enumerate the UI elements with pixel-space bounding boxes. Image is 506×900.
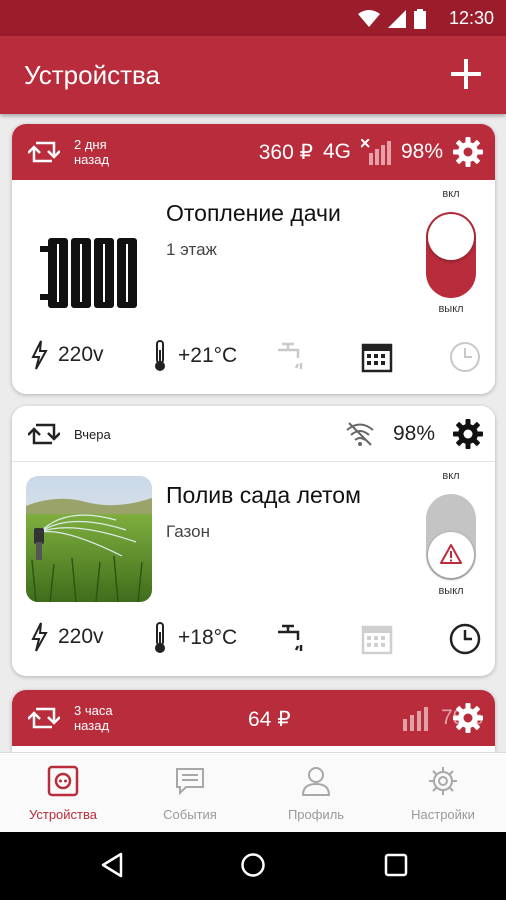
status-bar: 12:30 [0,0,506,36]
faucet-icon[interactable] [274,340,308,374]
device-icon [47,765,79,797]
toggle-off-label: выкл [438,303,464,315]
back-icon[interactable] [100,852,124,878]
home-icon[interactable] [240,852,266,878]
battery-level: 98% [392,422,435,445]
radiator-icon [26,194,152,320]
status-icons [358,9,426,29]
temperature-value: +18°C [178,626,238,649]
nav-item-devices[interactable]: Устройства [0,753,126,833]
clock-icon[interactable] [448,340,482,374]
gear-icon[interactable] [453,703,483,733]
last-updated: Вчера [74,427,111,442]
card-header: 3 часа назад 64 ₽ 79% [12,690,495,746]
sync-icon[interactable] [28,703,60,733]
toggle-off-label: выкл [438,585,464,597]
person-icon [301,767,331,796]
sync-icon[interactable] [28,419,60,449]
toggle-on-label: вкл [442,188,460,200]
nav-item-settings[interactable]: Настройки [380,753,506,833]
nav-label: События [163,807,217,822]
power-toggle[interactable]: вкл выкл [422,188,480,318]
system-nav-bar [0,832,506,900]
gear-icon[interactable] [453,419,483,449]
device-card[interactable]: 3 часа назад 64 ₽ 79% [12,690,495,752]
last-updated: 3 часа назад [74,703,113,733]
thermometer-icon [155,340,165,371]
device-card[interactable]: 2 дня назад 360 ₽ 4G 98% Отопление дачи … [12,124,495,394]
temperature-stat: +21°C [152,340,237,372]
voltage-stat: 220v [30,340,104,370]
temperature-value: +21°C [178,344,238,367]
signal-bars-icon [402,707,428,731]
voltage-stat: 220v [30,622,104,652]
sync-icon[interactable] [28,137,60,167]
device-card[interactable]: Вчера 98% Полив сада летом Газон вкл вык… [12,406,495,676]
toggle-knob[interactable] [428,532,474,578]
nav-item-profile[interactable]: Профиль [253,753,379,833]
toggle-on-label: вкл [442,470,460,482]
faucet-icon[interactable] [274,622,308,656]
balance: 360 ₽ [258,140,313,164]
sprinkler-photo [26,476,152,602]
voltage-value: 220v [58,343,104,366]
battery-level: 98% [400,140,443,163]
nav-label: Настройки [411,807,475,822]
thermometer-icon [155,622,165,653]
nav-label: Профиль [287,807,345,822]
network-type: 4G [322,140,351,163]
temperature-stat: +18°C [152,622,237,654]
lightning-icon [31,340,48,370]
signal-bars-icon [360,139,391,165]
signal-icon [388,10,406,28]
lightning-icon [31,622,48,652]
gear-icon [429,767,457,795]
device-location: 1 этаж [166,240,217,259]
device-location: Газон [166,522,210,541]
toggle-knob[interactable] [428,214,474,260]
toggle-track[interactable] [426,494,476,580]
device-stats: 220v +21°C [12,334,495,380]
calendar-icon[interactable] [360,340,394,374]
plus-icon[interactable] [448,56,484,92]
page-title: Устройства [24,60,161,90]
nav-label: Устройства [28,807,97,822]
power-toggle[interactable]: вкл выкл [422,470,480,600]
voltage-value: 220v [58,625,104,648]
recents-icon[interactable] [384,853,408,877]
last-updated: 2 дня назад [74,137,110,167]
device-name: Полив сада летом [166,482,361,508]
nav-item-events[interactable]: События [127,753,253,833]
gear-icon[interactable] [453,137,483,167]
device-name: Отопление дачи [166,200,341,226]
wifi-icon [358,10,380,27]
chat-icon [176,768,204,796]
card-header: Вчера 98% [12,406,495,462]
clock-icon[interactable] [448,622,482,656]
app-bar: Устройства [0,36,506,114]
no-wifi-icon [346,422,374,446]
warning-icon [440,544,462,564]
status-time: 12:30 [448,8,494,28]
bottom-navigation: Устройства События Профиль Настройки [0,752,506,832]
device-stats: 220v +18°C [12,616,495,662]
card-header: 2 дня назад 360 ₽ 4G 98% [12,124,495,180]
calendar-icon[interactable] [360,622,394,656]
battery-icon [414,9,426,29]
balance: 64 ₽ [248,708,291,731]
toggle-track[interactable] [426,212,476,298]
